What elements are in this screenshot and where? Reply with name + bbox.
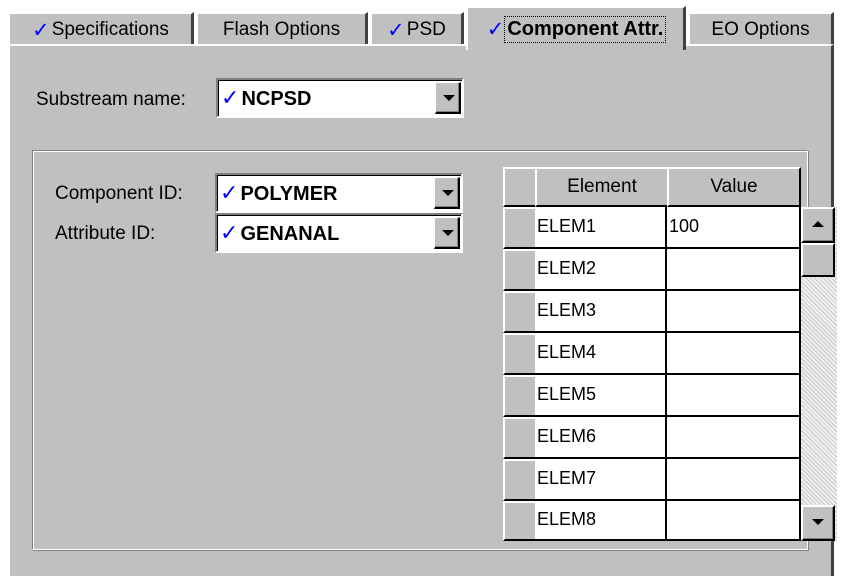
tab-psd[interactable]: ✓ PSD	[370, 12, 464, 46]
row-header[interactable]	[503, 249, 537, 291]
row-header[interactable]	[503, 375, 537, 417]
column-header-value[interactable]: Value	[667, 167, 801, 207]
arrow-up-icon[interactable]	[801, 207, 835, 243]
component-id-value-text: POLYMER	[240, 183, 338, 205]
row-header[interactable]	[503, 207, 537, 249]
attribute-id-combo[interactable]: ✓ GENANAL	[215, 213, 463, 253]
component-id-value: ✓ POLYMER	[220, 180, 338, 206]
element-cell: ELEM8	[535, 501, 667, 541]
tab-label: Flash Options	[222, 19, 341, 40]
check-icon: ✓	[387, 18, 405, 42]
tab-label: EO Options	[711, 19, 810, 40]
attribute-id-value: ✓ GENANAL	[220, 220, 339, 246]
chevron-down-icon[interactable]	[434, 217, 460, 249]
check-icon: ✓	[486, 17, 505, 41]
value-cell[interactable]: 100	[667, 207, 801, 249]
substream-label: Substream name:	[36, 89, 186, 110]
value-cell[interactable]	[667, 459, 801, 501]
value-cell[interactable]	[667, 417, 801, 459]
component-attr-group: Component ID: ✓ POLYMER Attribute ID: ✓ GE…	[32, 150, 837, 550]
row-header[interactable]	[503, 501, 537, 541]
attribute-id-label: Attribute ID:	[55, 223, 156, 244]
component-id-label: Component ID:	[55, 183, 183, 204]
element-cell: ELEM2	[535, 249, 667, 291]
tab-eo-options[interactable]: EO Options	[688, 12, 834, 46]
value-cell[interactable]	[667, 249, 801, 291]
check-icon: ✓	[221, 85, 240, 110]
check-icon: ✓	[220, 220, 239, 245]
row-header[interactable]	[503, 459, 537, 501]
check-icon: ✓	[220, 180, 239, 205]
element-cell: ELEM4	[535, 333, 667, 375]
chevron-down-icon[interactable]	[435, 82, 461, 114]
chevron-down-icon[interactable]	[434, 177, 460, 209]
component-id-combo[interactable]: ✓ POLYMER	[215, 173, 463, 213]
tab-specifications[interactable]: ✓ Specifications	[8, 12, 194, 46]
tab-label: Specifications	[51, 19, 169, 40]
row-header[interactable]	[503, 333, 537, 375]
row-header[interactable]	[503, 291, 537, 333]
column-header-element[interactable]: Element	[535, 167, 669, 207]
element-cell: ELEM3	[535, 291, 667, 333]
value-cell[interactable]	[667, 375, 801, 417]
element-cell: ELEM6	[535, 417, 667, 459]
tab-panel: Substream name: ✓ NCPSD Component ID: ✓ PO…	[8, 44, 837, 576]
scrollbar-thumb[interactable]	[801, 243, 835, 277]
element-cell: ELEM7	[535, 459, 667, 501]
value-cell[interactable]	[667, 501, 801, 541]
element-cell: ELEM5	[535, 375, 667, 417]
attribute-id-value-text: GENANAL	[240, 223, 340, 245]
substream-combo[interactable]: ✓ NCPSD	[216, 78, 464, 118]
tab-component-attr[interactable]: ✓ Component Attr.	[466, 6, 686, 50]
grid-corner	[503, 167, 537, 207]
substream-value: ✓ NCPSD	[221, 85, 311, 111]
value-cell[interactable]	[667, 333, 801, 375]
tab-label: PSD	[406, 19, 446, 40]
element-cell: ELEM1	[535, 207, 667, 249]
substream-value-text: NCPSD	[241, 88, 312, 110]
tab-flash-options[interactable]: Flash Options	[196, 12, 368, 46]
tab-label: Component Attr.	[504, 15, 667, 43]
vertical-scrollbar[interactable]	[801, 207, 837, 541]
value-cell[interactable]	[667, 291, 801, 333]
row-header[interactable]	[503, 417, 537, 459]
arrow-down-icon[interactable]	[801, 505, 835, 541]
check-icon: ✓	[32, 18, 50, 42]
